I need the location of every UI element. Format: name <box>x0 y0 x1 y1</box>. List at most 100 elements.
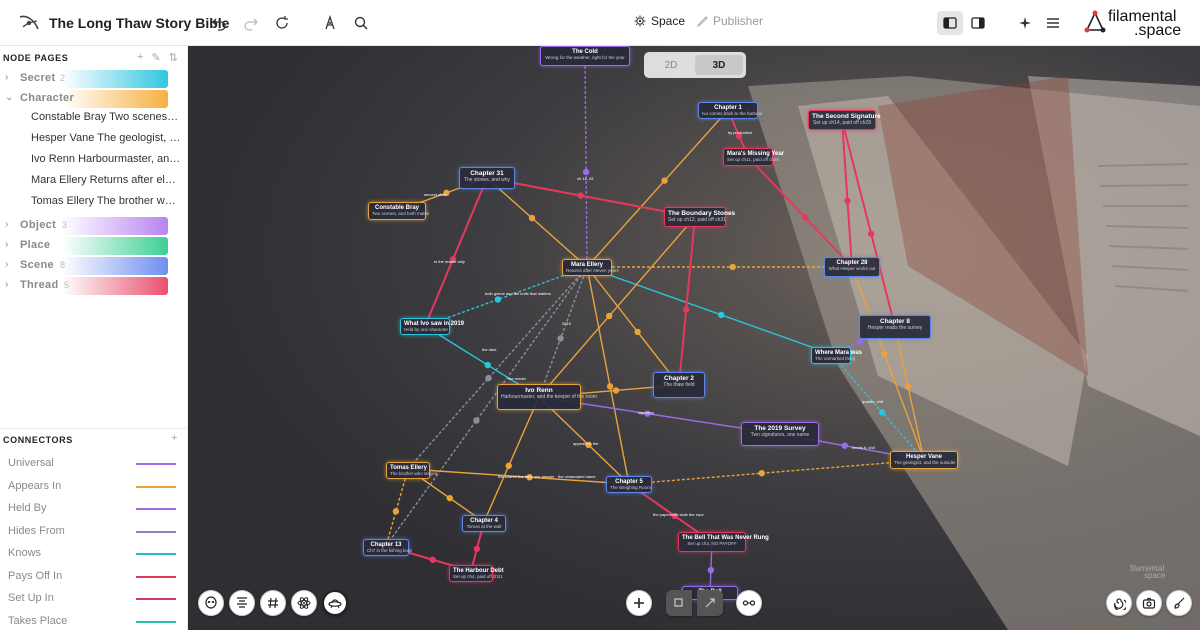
graph-node-wheremara[interactable]: Where Mara was The unmarked thing <box>811 347 862 364</box>
edge-mara-ch1[interactable] <box>586 109 729 268</box>
graph-node-ch4[interactable]: Chapter 4 Tomas at the wall <box>462 515 506 532</box>
graph-node-mara[interactable]: Mara Ellery Returns after eleven years <box>562 259 619 276</box>
brand-logo[interactable]: filamental .space <box>1084 7 1194 39</box>
graph-node-ch31[interactable]: Chapter 31 The stones, and why <box>459 167 515 189</box>
graph-node-sig2[interactable]: The Second Signature Set up ch14, paid of… <box>808 110 881 130</box>
menu-icon[interactable] <box>1042 12 1064 34</box>
graph-node-ch28[interactable]: Chapter 28 What Hesper works out <box>824 257 880 277</box>
edge-midpoint-handle[interactable] <box>429 556 436 563</box>
category-place[interactable]: › Place <box>0 236 188 256</box>
edge-tomas-ch13[interactable] <box>385 468 409 547</box>
edge-midpoint-handle[interactable] <box>844 197 851 205</box>
character-item[interactable]: Tomas Ellery The brother who... <box>31 195 181 207</box>
connector-pays-off-in[interactable]: Pays Off In <box>0 567 188 587</box>
graph-node-tomas[interactable]: Tomas Ellery The brother who stayed <box>386 462 437 479</box>
edge-midpoint-handle[interactable] <box>446 494 453 502</box>
edge-midpoint-handle[interactable] <box>494 296 502 303</box>
edge-midpoint-handle[interactable] <box>485 374 492 382</box>
chevron-right-icon[interactable]: › <box>5 259 8 270</box>
edge-midpoint-handle[interactable] <box>867 230 875 238</box>
graph-node-ch2[interactable]: Chapter 2 The thaw field <box>653 372 705 398</box>
edit-node-icon[interactable]: ✎ <box>151 51 160 64</box>
refresh-icon[interactable] <box>271 12 293 34</box>
connector-held-by[interactable]: Held By <box>0 499 188 519</box>
view-2d-button[interactable]: 2D <box>647 55 695 75</box>
edge-stones-ivo[interactable] <box>538 216 696 398</box>
chevron-right-icon[interactable]: › <box>5 219 8 230</box>
align-button[interactable] <box>229 590 255 616</box>
edge-midpoint-handle[interactable] <box>758 470 765 477</box>
edge-midpoint-handle[interactable] <box>473 545 481 553</box>
story-title[interactable]: The Long Thaw Story Bible <box>49 15 229 31</box>
graph-node-ch8[interactable]: Chapter 8 Hesper reads the survey <box>859 315 931 339</box>
edge-midpoint-handle[interactable] <box>473 417 480 424</box>
select-tool-button[interactable] <box>666 590 692 616</box>
hashtag-button[interactable] <box>260 590 286 616</box>
edge-mara-ivo[interactable] <box>538 266 588 398</box>
edge-midpoint-handle[interactable] <box>392 508 400 515</box>
edge-mara-wheremara[interactable] <box>586 266 832 355</box>
connector-knows[interactable]: Knows <box>0 544 188 564</box>
graph-node-maras[interactable]: Mara's Missing Year Set up ch11, paid off… <box>723 148 784 166</box>
app-logo-icon[interactable] <box>18 13 40 33</box>
connector-set-up-in[interactable]: Set Up In <box>0 589 188 609</box>
edge-midpoint-handle[interactable] <box>729 263 736 271</box>
add-node-button[interactable] <box>626 590 652 616</box>
edge-mara-ch31[interactable] <box>486 177 588 268</box>
ufo-button[interactable] <box>322 590 348 616</box>
graph-node-bell[interactable]: The Bell That Was Never Rung Set up ch3, … <box>678 532 769 552</box>
galaxy-button[interactable] <box>1106 590 1132 616</box>
edge-midpoint-handle[interactable] <box>484 361 491 369</box>
left-panel-toggle[interactable] <box>937 11 963 35</box>
character-item[interactable]: Ivo Renn Harbourmaster, and... <box>31 153 181 165</box>
edge-maras-ch28[interactable] <box>747 156 853 268</box>
add-connector-icon[interactable]: + <box>171 432 177 444</box>
category-scene[interactable]: › Scene 8 <box>0 256 188 276</box>
edge-midpoint-handle[interactable] <box>577 192 584 199</box>
graph-node-stones[interactable]: The Boundary Stones Set up ch12, paid off… <box>664 207 735 227</box>
edge-midpoint-handle[interactable] <box>528 214 536 222</box>
edge-midpoint-handle[interactable] <box>904 383 912 391</box>
link-button[interactable] <box>736 590 762 616</box>
connector-universal[interactable]: Universal <box>0 454 188 474</box>
chevron-right-icon[interactable]: › <box>5 239 8 250</box>
alien-view-button[interactable] <box>198 590 224 616</box>
category-thread[interactable]: › Thread 5 <box>0 276 188 296</box>
edge-midpoint-handle[interactable] <box>582 168 590 176</box>
edge-cold-mara[interactable] <box>584 55 588 268</box>
graph-node-harbour[interactable]: The Harbour Debt Set up ch4, paid off ch2… <box>449 565 504 582</box>
edge-midpoint-handle[interactable] <box>718 311 725 319</box>
category-object[interactable]: › Object 3 <box>0 216 188 236</box>
connector-hides-from[interactable]: Hides From <box>0 522 188 542</box>
edge-midpoint-handle[interactable] <box>661 177 668 184</box>
character-item[interactable]: Mara Ellery Returns after elev... <box>31 174 181 186</box>
edge-hesper-ch5[interactable] <box>628 459 925 485</box>
connector-takes-place[interactable]: Takes Place <box>0 612 188 632</box>
graph-node-ivo[interactable]: Ivo Renn Harbourmaster, and the keeper of… <box>497 384 597 410</box>
brush-button[interactable] <box>1166 590 1192 616</box>
sparkle-icon[interactable] <box>1014 12 1036 34</box>
graph-node-hesper[interactable]: Hesper Vane The geologist, and the outsid… <box>890 451 958 469</box>
graph-node-survey[interactable]: The 2019 Survey Two signatures, one name <box>741 422 819 446</box>
chevron-down-icon[interactable]: ⌄ <box>5 92 13 103</box>
edge-midpoint-handle[interactable] <box>606 312 613 320</box>
mode-space-tab[interactable]: Space <box>634 14 685 28</box>
search-icon[interactable] <box>350 12 372 34</box>
add-node-icon[interactable]: + <box>137 51 143 64</box>
screenshot-button[interactable] <box>1136 590 1162 616</box>
edge-midpoint-handle[interactable] <box>612 387 620 394</box>
edge-ch31-ivosaw[interactable] <box>424 177 488 327</box>
category-character[interactable]: ⌄ Character <box>0 89 188 109</box>
edge-midpoint-handle[interactable] <box>707 566 715 574</box>
redo-icon[interactable] <box>240 12 262 34</box>
graph-node-ch5[interactable]: Chapter 5 The Weighing Room <box>606 476 652 493</box>
right-panel-toggle[interactable] <box>965 11 991 35</box>
graph-node-bray[interactable]: Constable Bray Two scenes, and both matte… <box>368 202 430 220</box>
connector-appears-in[interactable]: Appears In <box>0 477 188 497</box>
chevron-right-icon[interactable]: › <box>5 72 8 83</box>
character-item[interactable]: Constable Bray Two scenes, ... <box>31 111 181 123</box>
edge-midpoint-handle[interactable] <box>881 350 888 358</box>
sort-icon[interactable]: ⇅ <box>169 51 178 64</box>
mode-publisher-tab[interactable]: Publisher <box>697 14 763 28</box>
edge-midpoint-handle[interactable] <box>841 442 848 449</box>
